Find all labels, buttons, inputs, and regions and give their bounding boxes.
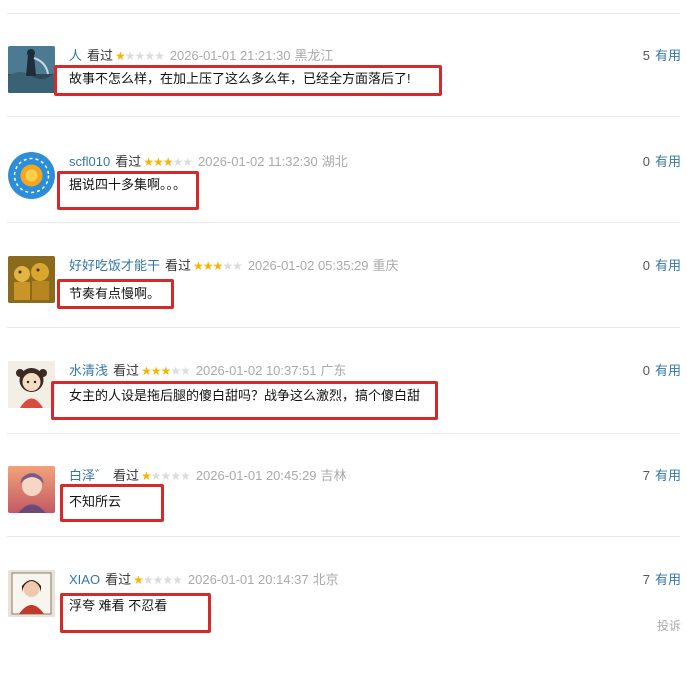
divider [7, 433, 680, 434]
divider [7, 222, 680, 223]
review-meta: XIAO 看过 ★★★★★ 2026-01-01 20:14:37 北京 [69, 572, 339, 588]
useful-vote: 7 有用 [643, 572, 681, 588]
report-link[interactable]: 投诉 [657, 617, 681, 634]
review-item: 人看过 ★★★★★ 2026-01-01 21:21:30 黑龙江 5 有用 故事不怎么… [0, 46, 687, 150]
avatar[interactable] [8, 152, 55, 199]
comment-time: 2026-01-01 20:14:37 [187, 572, 309, 587]
comment-time: 2026-01-01 20:45:29 [195, 468, 317, 483]
highlight-box [57, 279, 174, 309]
comment-time: 2026-01-02 05:35:29 [247, 258, 369, 273]
highlight-box [60, 484, 164, 522]
useful-button[interactable]: 有用 [655, 48, 681, 63]
highlight-box [51, 381, 438, 420]
useful-vote: 0 有用 [643, 363, 681, 379]
avatar-golden-figures-icon [8, 256, 55, 303]
review-item: 好好吃饭才能干 看过 ★★★★★ 2026-01-02 05:35:29 重庆 0 有用 … [0, 256, 687, 360]
username-link[interactable]: 人 [69, 48, 82, 63]
comment-time: 2026-01-02 11:32:30 [198, 154, 318, 169]
username-link[interactable]: 白泽゛ [69, 468, 108, 483]
divider [7, 327, 680, 328]
review-item: 水清浅 看过 ★★★★★ 2026-01-02 10:37:51 广东 0 有用 女主的人… [0, 361, 687, 465]
rating-stars: ★★★★★ [141, 364, 191, 378]
watch-status: 看过 [113, 468, 140, 483]
review-meta: 好好吃饭才能干 看过 ★★★★★ 2026-01-02 05:35:29 重庆 [69, 258, 399, 274]
divider [7, 116, 680, 117]
comment-location: 广东 [320, 363, 347, 378]
avatar-portrait-icon [8, 570, 55, 617]
review-meta: 水清浅 看过 ★★★★★ 2026-01-02 10:37:51 广东 [69, 363, 347, 379]
avatar-cartoon-girl-icon [8, 361, 55, 408]
useful-vote: 0 有用 [643, 154, 681, 170]
review-item: 白泽゛ 看过 ★★★★★ 2026-01-01 20:45:29 吉林 7 有用 不知所云 [0, 466, 687, 570]
useful-vote: 0 有用 [643, 258, 681, 274]
avatar-landscape-icon [8, 46, 55, 93]
short-review-list: 人看过 ★★★★★ 2026-01-01 21:21:30 黑龙江 5 有用 故事不怎么… [0, 0, 687, 640]
useful-vote: 5 有用 [643, 48, 681, 64]
vote-count: 0 [642, 363, 650, 378]
comment-location: 重庆 [372, 258, 399, 273]
useful-button[interactable]: 有用 [655, 363, 681, 378]
avatar-anime-sunset-icon [8, 466, 55, 513]
rating-stars: ★★★★★ [143, 155, 193, 169]
username-link[interactable]: scfl010 [69, 154, 110, 169]
watch-status: 看过 [87, 48, 114, 63]
username-link[interactable]: 好好吃饭才能干 [69, 258, 160, 273]
vote-count: 7 [642, 468, 650, 483]
avatar[interactable] [8, 361, 55, 408]
comment-time: 2026-01-01 21:21:30 [169, 48, 291, 63]
rating-stars: ★★★★★ [193, 259, 243, 273]
highlight-box [57, 171, 199, 210]
watch-status: 看过 [165, 258, 192, 273]
useful-button[interactable]: 有用 [655, 572, 681, 587]
watch-status: 看过 [105, 572, 132, 587]
highlight-box [60, 593, 211, 633]
comment-location: 湖北 [321, 154, 348, 169]
divider [7, 536, 680, 537]
rating-stars: ★★★★★ [133, 573, 183, 587]
username-link[interactable]: 水清浅 [69, 363, 108, 378]
comment-location: 吉林 [320, 468, 347, 483]
avatar[interactable] [8, 466, 55, 513]
vote-count: 7 [642, 572, 650, 587]
vote-count: 5 [642, 48, 650, 63]
divider [7, 13, 680, 14]
review-item: scfl010 看过 ★★★★★ 2026-01-02 11:32:30 湖北 0 有用 … [0, 152, 687, 256]
avatar[interactable] [8, 46, 55, 93]
watch-status: 看过 [113, 363, 140, 378]
avatar[interactable] [8, 570, 55, 617]
useful-vote: 7 有用 [643, 468, 681, 484]
useful-button[interactable]: 有用 [655, 258, 681, 273]
vote-count: 0 [642, 258, 650, 273]
username-link[interactable]: XIAO [69, 572, 100, 587]
review-item: XIAO 看过 ★★★★★ 2026-01-01 20:14:37 北京 7 有用 浮夸 … [0, 570, 687, 674]
review-meta: scfl010 看过 ★★★★★ 2026-01-02 11:32:30 湖北 [69, 154, 348, 170]
comment-time: 2026-01-02 10:37:51 [195, 363, 317, 378]
review-meta: 人看过 ★★★★★ 2026-01-01 21:21:30 黑龙江 [69, 48, 334, 64]
rating-stars: ★★★★★ [115, 49, 165, 63]
comment-location: 黑龙江 [294, 48, 334, 63]
watch-status: 看过 [115, 154, 142, 169]
rating-stars: ★★★★★ [141, 469, 191, 483]
highlight-box [54, 65, 442, 96]
avatar[interactable] [8, 256, 55, 303]
avatar-sun-disc-icon [8, 152, 55, 199]
review-meta: 白泽゛ 看过 ★★★★★ 2026-01-01 20:45:29 吉林 [69, 468, 347, 484]
comment-location: 北京 [312, 572, 339, 587]
vote-count: 0 [642, 154, 650, 169]
useful-button[interactable]: 有用 [655, 468, 681, 483]
useful-button[interactable]: 有用 [655, 154, 681, 169]
